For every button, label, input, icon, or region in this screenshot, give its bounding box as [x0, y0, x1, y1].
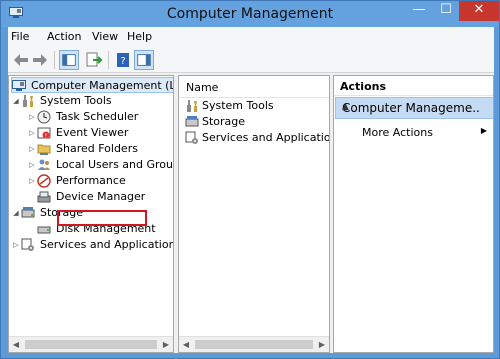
tree-label: Local Users and Groups: [56, 158, 174, 171]
collapse-arrow-icon[interactable]: ◢: [11, 205, 21, 221]
list-item-label: System Tools: [202, 99, 274, 112]
tools-icon: [23, 95, 33, 107]
expand-arrow-icon[interactable]: ▷: [27, 109, 37, 125]
tree-item-computer-management[interactable]: Computer Management (Local): [11, 77, 173, 93]
tree-item-services-applications[interactable]: ▷ Services and Applications: [11, 237, 174, 253]
scroll-thumb[interactable]: [25, 340, 157, 349]
shared-folder-icon: [37, 144, 51, 155]
maximize-button[interactable]: ☐: [433, 1, 459, 21]
details-pane: Name System Tools Storage Services and A…: [178, 75, 330, 353]
list-item-label: Storage: [202, 115, 246, 128]
tree-item-device-manager[interactable]: Device Manager: [37, 189, 147, 205]
close-button[interactable]: ✕: [459, 1, 499, 21]
tree-item-performance[interactable]: ▷ Performance: [27, 173, 128, 189]
list-item-system-tools[interactable]: System Tools: [185, 98, 274, 114]
app-window: Computer Management — ☐ ✕ File Action Vi…: [0, 0, 500, 359]
tree-label: Shared Folders: [56, 142, 138, 155]
tree-label: Services and Applications: [40, 238, 174, 251]
tree-label: Computer Management (Local): [31, 79, 173, 92]
expand-arrow-icon[interactable]: ▷: [27, 141, 37, 157]
back-arrow-icon[interactable]: [11, 50, 31, 70]
tree-item-local-users-groups[interactable]: ▷ Local Users and Groups: [27, 157, 174, 173]
expand-arrow-icon[interactable]: ▷: [27, 157, 37, 173]
tree-label: Event Viewer: [56, 126, 129, 139]
toolbar-separator: [54, 51, 55, 69]
show-hide-console-tree-icon[interactable]: [59, 50, 79, 70]
svg-text:!: !: [45, 133, 47, 140]
toolbar: ?: [8, 47, 494, 73]
services-icon: [185, 131, 198, 144]
submenu-arrow-icon[interactable]: ▶: [481, 126, 487, 135]
tree-item-task-scheduler[interactable]: ▷ Task Scheduler: [27, 109, 140, 125]
horizontal-scrollbar[interactable]: ◀ ▶: [9, 336, 173, 352]
tree-item-system-tools[interactable]: ◢ System Tools: [11, 93, 114, 109]
export-list-icon[interactable]: [84, 50, 104, 70]
menu-help[interactable]: Help: [127, 30, 152, 43]
tree-label: Task Scheduler: [56, 110, 139, 123]
list-item-storage[interactable]: Storage: [185, 114, 245, 130]
menu-bar: File Action View Help: [8, 27, 494, 47]
list-item-label: Services and Applications: [202, 131, 330, 144]
tree-item-event-viewer[interactable]: ▷ ! Event Viewer: [27, 125, 130, 141]
title-bar[interactable]: Computer Management — ☐ ✕: [1, 1, 499, 27]
device-manager-highlight: [57, 210, 147, 226]
scroll-left-icon[interactable]: ◀: [181, 340, 191, 349]
actions-header: Actions: [334, 76, 493, 96]
toolbar-separator: [108, 51, 109, 69]
tree-label: System Tools: [40, 94, 112, 107]
tools-icon: [187, 100, 197, 112]
storage-icon: [21, 207, 35, 218]
expand-arrow-icon[interactable]: ▷: [27, 173, 37, 189]
scroll-thumb[interactable]: [195, 340, 313, 349]
tree-label: Device Manager: [56, 190, 146, 203]
help-icon[interactable]: ?: [113, 50, 133, 70]
svg-text:?: ?: [120, 56, 125, 67]
column-header-label: Name: [186, 81, 219, 94]
actions-pane: Actions Computer Manageme... ▲ More Acti…: [333, 75, 494, 353]
event-viewer-icon: !: [37, 127, 51, 140]
clock-icon: [37, 110, 51, 124]
horizontal-scrollbar[interactable]: ◀ ▶: [179, 336, 329, 352]
services-icon: [21, 238, 34, 251]
collapse-arrow-icon[interactable]: ◢: [11, 93, 21, 109]
actions-section-computer-management[interactable]: Computer Manageme... ▲: [335, 97, 493, 119]
actions-title: Actions: [340, 80, 386, 93]
disk-management-icon: [37, 226, 51, 234]
expand-arrow-icon[interactable]: ▷: [11, 237, 21, 253]
scroll-right-icon[interactable]: ▶: [317, 340, 327, 349]
list-item-services-applications[interactable]: Services and Applications: [185, 130, 330, 146]
tree-label: Performance: [56, 174, 126, 187]
storage-icon: [185, 116, 199, 127]
forward-arrow-icon[interactable]: [30, 50, 50, 70]
collapse-up-icon[interactable]: ▲: [342, 102, 480, 112]
performance-icon: [37, 174, 51, 188]
scroll-left-icon[interactable]: ◀: [11, 340, 21, 349]
menu-action[interactable]: Action: [47, 30, 81, 43]
show-hide-action-pane-icon[interactable]: [134, 50, 154, 70]
expand-arrow-icon[interactable]: ▷: [27, 125, 37, 141]
minimize-button[interactable]: —: [405, 1, 433, 21]
client-area: File Action View Help ? Computer Managem…: [8, 27, 494, 353]
more-actions-link[interactable]: More Actions: [362, 126, 433, 139]
computer-management-icon: [12, 80, 26, 91]
users-icon: [38, 159, 50, 170]
column-header-name[interactable]: Name: [179, 76, 329, 98]
menu-view[interactable]: View: [92, 30, 118, 43]
tree-item-shared-folders[interactable]: ▷ Shared Folders: [27, 141, 140, 157]
menu-file[interactable]: File: [11, 30, 29, 43]
scroll-right-icon[interactable]: ▶: [161, 340, 171, 349]
device-manager-icon: [37, 191, 51, 203]
